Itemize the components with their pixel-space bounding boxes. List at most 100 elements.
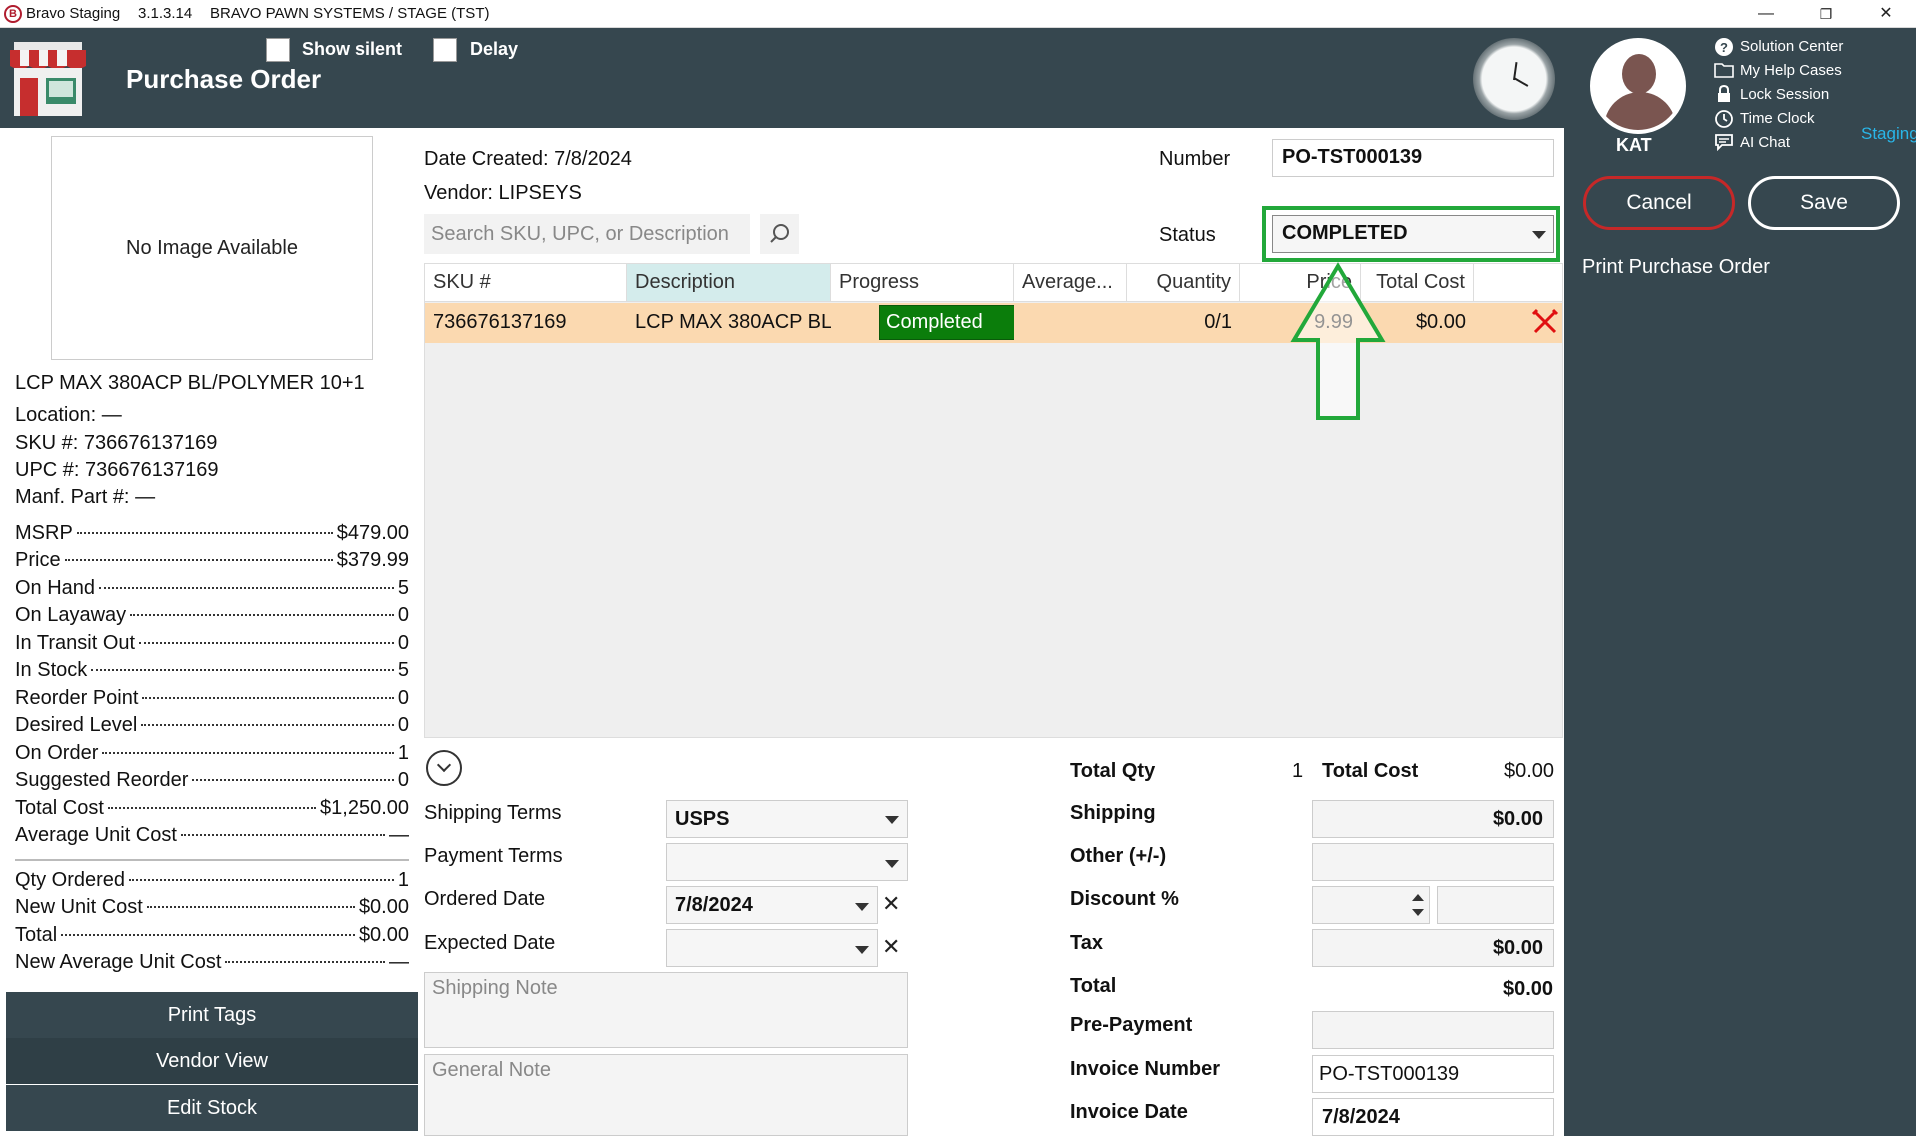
solution-center-link[interactable]: ? Solution Center — [1714, 37, 1844, 56]
window-titlebar: B Bravo Staging 3.1.3.14 BRAVO PAWN SYST… — [0, 0, 1916, 28]
stat-label: Desired Level — [15, 714, 138, 736]
user-avatar[interactable] — [1590, 38, 1686, 134]
order-row-qty-ordered: Qty Ordered 1 — [15, 869, 409, 892]
stat-label: Average Unit Cost — [15, 824, 177, 846]
edit-stock-button[interactable]: Edit Stock — [6, 1085, 418, 1131]
date-created-label: Date Created: — [424, 148, 549, 170]
po-number-field[interactable]: PO-TST000139 — [1272, 139, 1554, 177]
time-clock-link[interactable]: Time Clock — [1714, 109, 1814, 128]
vendor-line: Vendor: LIPSEYS — [424, 182, 582, 205]
chevron-down-icon — [855, 903, 869, 911]
cell-sku[interactable]: 736676137169 — [425, 303, 627, 343]
status-dropdown[interactable]: COMPLETED — [1272, 215, 1554, 253]
stat-value: 0 — [397, 687, 409, 709]
column-header-average[interactable]: Average... — [1014, 264, 1127, 302]
date-created-line: Date Created: 7/8/2024 — [424, 148, 632, 171]
payment-terms-dropdown[interactable] — [666, 843, 908, 881]
column-header-quantity[interactable]: Quantity — [1127, 264, 1240, 302]
folder-icon — [1714, 61, 1734, 79]
general-note-input[interactable]: General Note — [424, 1054, 908, 1136]
chevron-down-icon — [855, 946, 869, 954]
discount-percent-stepper[interactable] — [1312, 886, 1430, 924]
total-label: Total — [1070, 975, 1117, 997]
expected-date-picker[interactable] — [666, 929, 878, 967]
stat-label: On Order — [15, 742, 99, 764]
right-panel: KAT ? Solution Center My Help Cases Lock… — [1564, 28, 1916, 1136]
date-created-value: 7/8/2024 — [554, 148, 632, 170]
column-header-sku[interactable]: SKU # — [425, 264, 627, 302]
column-header-progress[interactable]: Progress — [831, 264, 1014, 302]
page-title: Purchase Order — [126, 64, 322, 94]
my-help-cases-link[interactable]: My Help Cases — [1714, 61, 1842, 79]
stat-label: New Average Unit Cost — [15, 951, 222, 973]
minimize-button[interactable]: — — [1736, 0, 1796, 28]
prepayment-field[interactable] — [1312, 1011, 1554, 1049]
total-qty-label: Total Qty — [1070, 760, 1156, 782]
cell-quantity[interactable]: 0/1 — [1127, 303, 1240, 343]
clock-icon — [1714, 109, 1734, 128]
shipping-note-input[interactable]: Shipping Note — [424, 972, 908, 1048]
cell-average[interactable] — [1014, 303, 1127, 343]
ordered-date-picker[interactable]: 7/8/2024 — [666, 886, 878, 924]
delete-row-icon[interactable] — [1531, 308, 1559, 336]
search-input[interactable]: Search SKU, UPC, or Description — [424, 214, 750, 254]
save-button[interactable]: Save — [1748, 176, 1900, 230]
column-header-description[interactable]: Description — [627, 264, 831, 302]
stat-value: $479.00 — [336, 522, 409, 544]
upc-value: 736676137169 — [85, 459, 219, 481]
search-button[interactable] — [760, 214, 799, 254]
cell-description[interactable]: LCP MAX 380ACP BL/P... — [627, 303, 831, 343]
maximize-button[interactable]: ❐ — [1796, 0, 1856, 28]
total-cost-value: $0.00 — [1504, 760, 1555, 782]
clear-expected-date-icon[interactable]: ✕ — [882, 934, 900, 960]
stat-label: Total Cost — [15, 797, 104, 819]
stat-value: 0 — [397, 632, 409, 654]
number-label: Number — [1159, 148, 1231, 170]
svg-text:?: ? — [1720, 40, 1728, 55]
tax-amount-field[interactable]: $0.00 — [1312, 929, 1554, 967]
status-value: COMPLETED — [1282, 222, 1408, 244]
clear-ordered-date-icon[interactable]: ✕ — [882, 891, 900, 917]
discount-amount-field[interactable] — [1437, 886, 1554, 924]
order-row-new-average-unit-cost: New Average Unit Cost — — [15, 951, 409, 974]
print-tags-button[interactable]: Print Tags — [6, 992, 418, 1038]
cancel-button[interactable]: Cancel — [1583, 176, 1735, 230]
stat-value: $379.99 — [336, 549, 409, 571]
ordered-date-label: Ordered Date — [424, 888, 546, 910]
expected-date-label: Expected Date — [424, 932, 556, 954]
my-help-cases-label: My Help Cases — [1740, 61, 1842, 79]
shipping-amount-field[interactable]: $0.00 — [1312, 800, 1554, 838]
product-title: LCP MAX 380ACP BL/POLYMER 10+1 — [15, 372, 365, 394]
expand-details-button[interactable] — [426, 750, 462, 786]
manf-part-value: — — [135, 486, 156, 508]
print-purchase-order-link[interactable]: Print Purchase Order — [1582, 256, 1770, 279]
stat-label: In Transit Out — [15, 632, 136, 654]
location-value: — — [101, 404, 122, 426]
stepper-arrows-icon[interactable] — [1409, 890, 1427, 920]
delay-checkbox[interactable] — [433, 38, 457, 62]
stat-label: Suggested Reorder — [15, 769, 189, 791]
shipping-terms-value: USPS — [675, 808, 730, 830]
stat-label: New Unit Cost — [15, 896, 143, 918]
lock-session-link[interactable]: Lock Session — [1714, 84, 1829, 103]
invoice-number-field[interactable]: PO-TST000139 — [1312, 1055, 1554, 1093]
close-window-button[interactable]: ✕ — [1856, 0, 1916, 28]
lock-icon — [1714, 84, 1734, 103]
other-amount-field[interactable] — [1312, 843, 1554, 881]
payment-terms-label: Payment Terms — [424, 845, 563, 867]
stat-value: 5 — [397, 659, 409, 681]
show-silent-checkbox[interactable] — [266, 38, 290, 62]
solution-center-label: Solution Center — [1740, 37, 1844, 55]
invoice-date-field[interactable]: 7/8/2024 — [1312, 1098, 1554, 1136]
invoice-date-label: Invoice Date — [1070, 1101, 1188, 1123]
vendor-view-button[interactable]: Vendor View — [6, 1038, 418, 1084]
vendor-value: LIPSEYS — [498, 182, 582, 204]
manf-part-line: Manf. Part #: — — [15, 486, 155, 509]
stat-row-average-unit-cost: Average Unit Cost — — [15, 824, 409, 847]
shipping-terms-dropdown[interactable]: USPS — [666, 800, 908, 838]
environment-label: Staging — [1861, 124, 1916, 143]
question-circle-icon: ? — [1714, 37, 1734, 56]
stat-row-reorder-point: Reorder Point 0 — [15, 687, 409, 710]
ai-chat-link[interactable]: AI Chat — [1714, 133, 1790, 152]
stat-value: 0 — [397, 604, 409, 626]
